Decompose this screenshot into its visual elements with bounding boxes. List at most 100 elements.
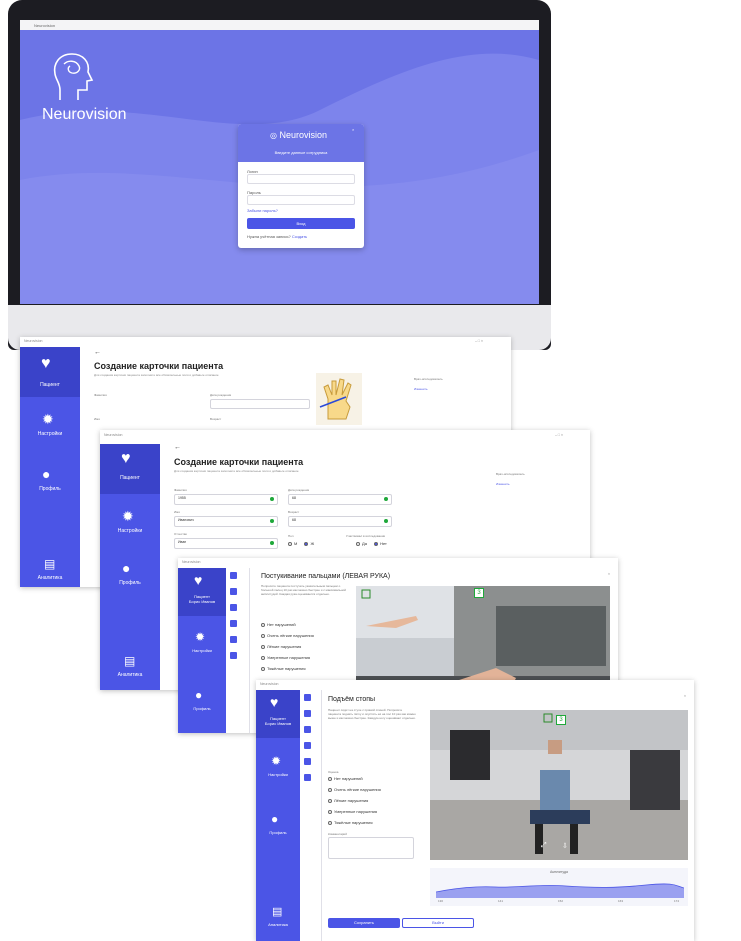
task-icon[interactable]	[230, 572, 237, 579]
finger-option-4[interactable]: Тяжёлые нарушения	[261, 666, 306, 671]
gear-icon: ✹	[271, 754, 282, 768]
finger-option-label: Умеренные нарушения	[267, 655, 311, 660]
surname-input[interactable]: 1955	[174, 494, 278, 505]
radio-icon[interactable]	[356, 541, 360, 546]
window-controls[interactable]: – □ ×	[475, 339, 483, 343]
sidebar-item-settings[interactable]: ✹ Настройки	[100, 504, 160, 544]
name-value: Иванович	[178, 518, 194, 522]
radio-icon[interactable]	[261, 666, 265, 671]
sidebar-item-patient[interactable]: ♥ Пациент	[100, 444, 160, 494]
foot-option-1[interactable]: Очень лёгкие нарушения	[328, 787, 381, 792]
window-titlebar: Neurovision	[20, 20, 539, 30]
radio-icon[interactable]	[328, 809, 332, 814]
foot-raise-window: Neurovision ♥ Пациент Борис Иванов ✹ Нас…	[256, 680, 694, 941]
task-icon[interactable]	[304, 726, 311, 733]
task-icon[interactable]	[230, 636, 237, 643]
sidebar-item-analytics[interactable]: ▤ Аналитика	[100, 654, 160, 684]
login-submit-button[interactable]: Вход	[247, 218, 355, 229]
radio-icon[interactable]	[261, 655, 265, 660]
brain-logo-icon	[53, 53, 94, 100]
sidebar-item-patient[interactable]: ♥ Пациент Борис Иванов	[256, 690, 300, 738]
forgot-password-link[interactable]: Забыли пароль?	[247, 208, 278, 213]
radio-icon[interactable]	[288, 541, 292, 546]
radio-icon[interactable]	[261, 633, 265, 638]
finger-option-2[interactable]: Лёгкие нарушения	[261, 644, 301, 649]
radio-icon[interactable]	[304, 541, 309, 546]
sidebar-item-profile[interactable]: ● Профиль	[178, 686, 226, 721]
finger-option-label: Нет нарушений	[267, 622, 296, 627]
age-input[interactable]: 68	[288, 516, 392, 527]
task-icon[interactable]	[230, 588, 237, 595]
sex-option-m: М	[294, 541, 298, 546]
brain-small-icon: ◎	[270, 131, 277, 140]
radio-icon[interactable]	[374, 541, 379, 546]
sidebar-item-profile[interactable]: ● Профиль	[100, 556, 160, 596]
sidebar-item-analytics[interactable]: ▤ Аналитика	[256, 905, 300, 935]
change-link-back[interactable]: Изменить	[414, 387, 428, 391]
download-icon[interactable]: ⇩	[562, 842, 568, 850]
sidebar-item-patient[interactable]: ♥ Пациент Борис Иванов	[178, 568, 226, 616]
close-icon[interactable]: ×	[684, 694, 686, 698]
valid-dot-icon	[384, 497, 388, 501]
sidebar-profile-label: Профиль	[119, 580, 141, 586]
radio-icon[interactable]	[328, 776, 332, 781]
finger-option-3[interactable]: Умеренные нарушения	[261, 655, 310, 660]
exit-button[interactable]: Выйти	[402, 918, 474, 928]
login-screen: Neurovision Neurovision ◎ Neurovision × …	[20, 20, 539, 304]
login-card: ◎ Neurovision × Введите данные сотрудник…	[238, 124, 364, 248]
close-icon[interactable]: ×	[608, 572, 610, 576]
back-arrow-icon[interactable]: ←	[174, 444, 181, 451]
name-input[interactable]: Иванович	[174, 516, 278, 527]
sidebar-item-analytics[interactable]: ▤ Аналитика	[20, 557, 80, 587]
sex-radio-group[interactable]: М Ж	[288, 541, 314, 546]
sidebar-item-patient[interactable]: ♥ Пациент	[20, 347, 80, 397]
foot-video-frame	[430, 710, 688, 860]
foot-option-3[interactable]: Умеренные нарушения	[328, 809, 377, 814]
card-subtitle: Для создания карточки пациента заполните…	[94, 373, 219, 377]
sidebar-item-settings[interactable]: ✹ Настройки	[256, 752, 300, 787]
foot-option-label: Умеренные нарушения	[334, 809, 378, 814]
task-icon[interactable]	[304, 742, 311, 749]
change-link[interactable]: Изменить	[496, 482, 510, 486]
expand-icon[interactable]: ⤢	[541, 842, 547, 850]
radio-icon[interactable]	[328, 787, 332, 792]
task-icon[interactable]	[230, 652, 237, 659]
task-icon[interactable]	[304, 758, 311, 765]
birth-input[interactable]: 68	[288, 494, 392, 505]
task-icon[interactable]	[304, 710, 311, 717]
radio-icon[interactable]	[328, 798, 332, 803]
sidebar-item-settings[interactable]: ✹ Настройки	[178, 628, 226, 663]
birth-label: Дата рождения	[210, 393, 232, 397]
comment-label: Комментарий	[328, 832, 347, 836]
radio-icon[interactable]	[328, 820, 332, 825]
window-title: Neurovision	[34, 23, 56, 28]
foot-option-4[interactable]: Тяжёлые нарушения	[328, 820, 373, 825]
sidebar-settings-label: Настройки	[117, 528, 143, 534]
foot-option-0[interactable]: Нет нарушений	[328, 776, 363, 781]
sidebar-settings-label: Настройки	[192, 648, 212, 653]
finger-option-1[interactable]: Очень лёгкие нарушения	[261, 633, 314, 638]
task-icon[interactable]	[230, 604, 237, 611]
finger-option-0[interactable]: Нет нарушений	[261, 622, 296, 627]
task-icon[interactable]	[304, 774, 311, 781]
register-link[interactable]: Создать	[292, 234, 307, 239]
save-button[interactable]: Сохранить	[328, 918, 400, 928]
task-icon[interactable]	[230, 620, 237, 627]
participated-radio-group[interactable]: Да Нет	[356, 541, 387, 546]
radio-icon[interactable]	[261, 622, 265, 627]
sidebar-item-profile[interactable]: ● Профиль	[256, 810, 300, 845]
radio-icon[interactable]	[261, 644, 265, 649]
patronymic-input[interactable]: Иван	[174, 538, 278, 549]
foot-option-2[interactable]: Лёгкие нарушения	[328, 798, 368, 803]
comment-textarea[interactable]	[328, 837, 414, 859]
back-arrow-icon[interactable]: ←	[94, 349, 101, 356]
password-input[interactable]	[247, 195, 355, 205]
window-controls[interactable]: – □ ×	[555, 433, 563, 437]
sidebar-item-profile[interactable]: ● Профиль	[20, 462, 80, 502]
sidebar-item-settings[interactable]: ✹ Настройки	[20, 407, 80, 447]
card-window-title: Neurovision	[104, 433, 123, 437]
login-input[interactable]	[247, 174, 355, 184]
task-icon[interactable]	[304, 694, 311, 701]
birth-input[interactable]	[210, 399, 310, 409]
close-icon[interactable]: ×	[352, 127, 354, 132]
